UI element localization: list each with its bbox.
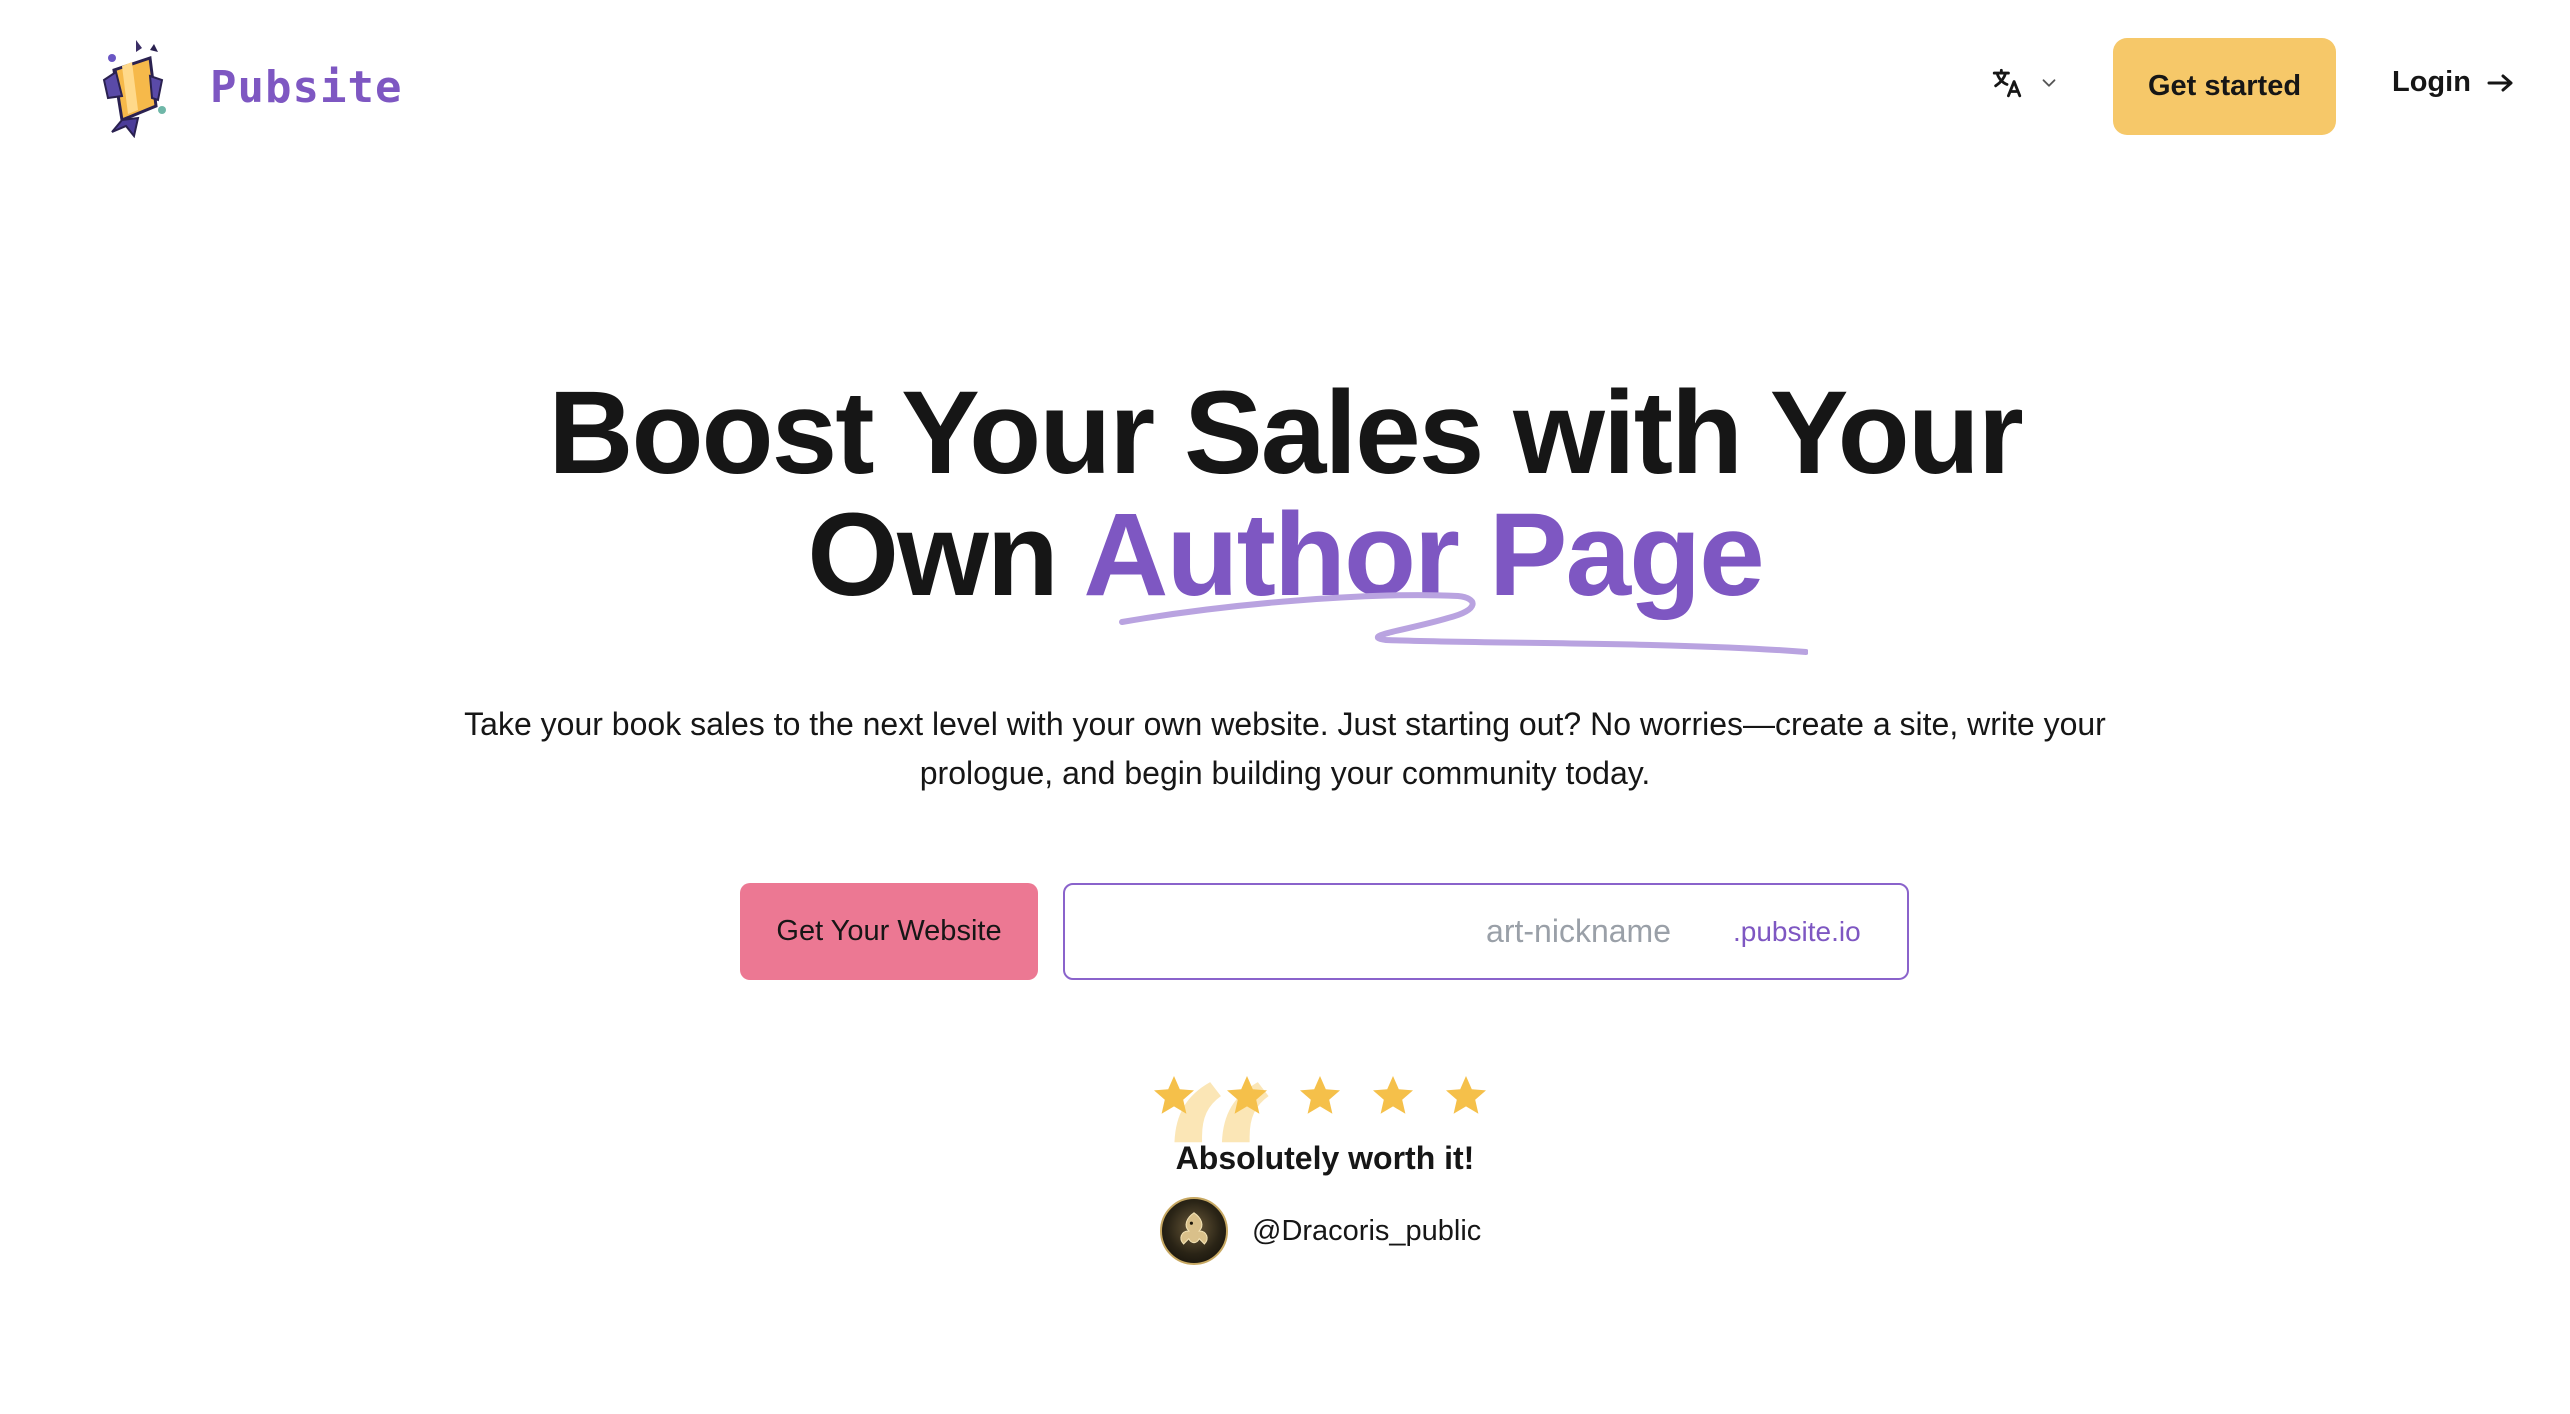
hero-subtitle: Take your book sales to the next level w… <box>464 706 2106 791</box>
rating-stars <box>1150 1072 1515 1120</box>
rocket-pencil-logo-icon <box>102 40 166 138</box>
login-label: Login <box>2392 66 2471 98</box>
testimonial-text: Absolutely worth it! <box>1175 1140 1475 1176</box>
author-handle: @Dracoris_public <box>1252 1214 1482 1247</box>
star-icon <box>1373 1076 1413 1114</box>
avatar <box>1160 1197 1228 1265</box>
star-icon <box>1227 1076 1267 1114</box>
brand-name: Pubsite <box>210 61 403 113</box>
scribble-underline <box>1119 592 1808 655</box>
star-icon <box>1154 1076 1194 1114</box>
domain-suffix: .pubsite.io <box>1733 915 1861 947</box>
domain-input-group: .pubsite.io <box>1063 883 1909 980</box>
translate-icon <box>1992 68 2022 98</box>
cta-row: Get Your Website .pubsite.io <box>740 883 1909 980</box>
brand-logo-link[interactable]: Pubsite <box>92 36 402 138</box>
star-icon <box>1300 1076 1340 1114</box>
arrow-right-icon <box>2487 74 2513 91</box>
nickname-input[interactable] <box>1065 891 1685 972</box>
hero-title-line1: Boost Your Sales with Your <box>548 367 2024 499</box>
chevron-down-icon <box>2042 79 2056 87</box>
dragon-emblem-icon <box>1180 1212 1208 1245</box>
get-started-button[interactable]: Get started <box>2113 38 2336 135</box>
login-link[interactable]: Login <box>2392 66 2515 99</box>
star-icon <box>1446 1076 1486 1114</box>
language-selector[interactable] <box>1990 66 2060 100</box>
hero-title-line2-plain: Own <box>807 489 1084 621</box>
get-your-website-button[interactable]: Get Your Website <box>740 883 1038 980</box>
testimonial-author: @Dracoris_public <box>1160 1197 1481 1265</box>
